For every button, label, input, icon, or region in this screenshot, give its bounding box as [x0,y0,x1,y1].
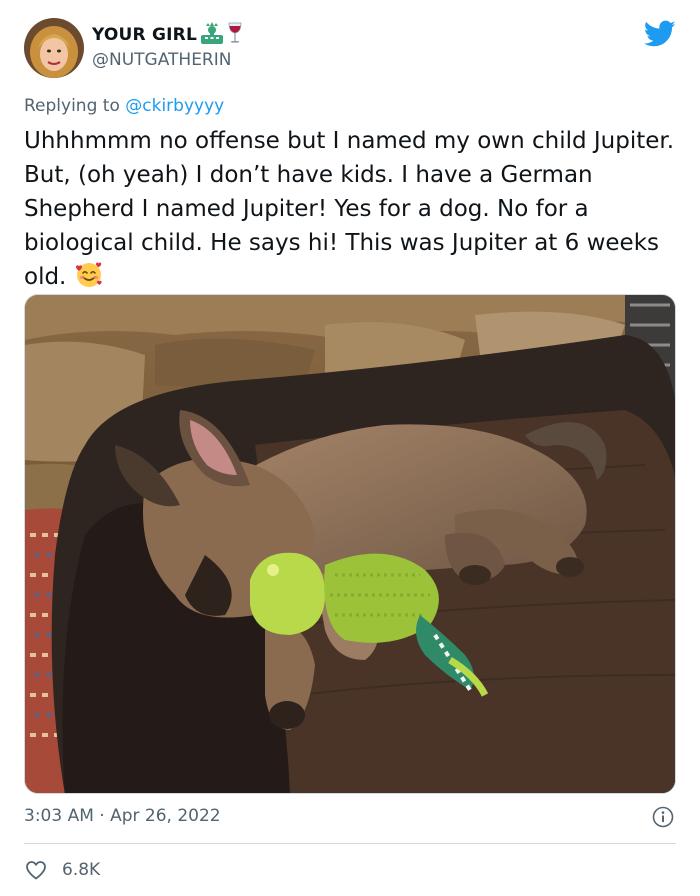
heart-icon[interactable] [24,858,48,882]
avatar[interactable] [24,18,84,78]
like-action[interactable]: 6.8K [24,856,100,884]
name-row[interactable]: YOUR GIRL [92,22,243,48]
tweet-text: Uhhhmmm no offense but I named my own ch… [24,124,676,294]
info-icon[interactable] [652,806,674,828]
tweet-header: YOUR GIRL @NUTGATHERIN [24,18,676,80]
footer-divider [24,843,676,844]
puppy-photo-illustration [25,295,675,793]
tweet-body: Uhhhmmm no offense but I named my own ch… [24,128,682,290]
user-handle[interactable]: @NUTGATHERIN [92,50,231,70]
replying-prefix: Replying to [24,96,126,116]
replying-to: Replying to @ckirbyyyy [24,96,224,116]
wine-glass-emoji [227,22,243,48]
tweet-photo[interactable] [24,294,676,794]
twitter-bird-icon[interactable] [643,20,676,48]
tweet-timestamp[interactable]: 3:03 AM · Apr 26, 2022 [24,806,221,826]
like-count: 6.8K [62,860,101,880]
statue-of-liberty-emoji [200,22,224,48]
smiling-face-with-hearts-emoji [74,260,104,290]
display-name[interactable]: YOUR GIRL [92,25,197,45]
reply-mention-link[interactable]: @ckirbyyyy [125,96,224,116]
